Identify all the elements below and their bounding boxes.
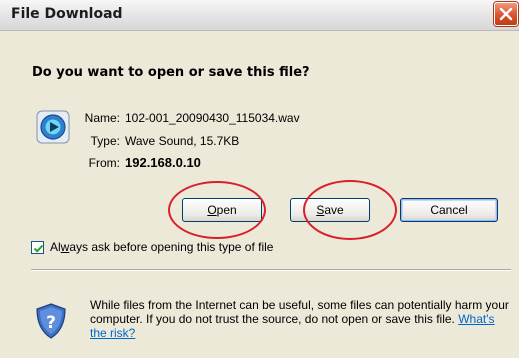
open-highlight-ellipse	[168, 181, 266, 239]
file-name-value: 102-001_20090430_115034.wav	[125, 111, 300, 125]
cancel-button[interactable]: Cancel	[400, 198, 498, 222]
always-ask-label-prefix: Al	[50, 240, 61, 254]
name-label: Name:	[84, 111, 120, 125]
type-label: Type:	[90, 134, 120, 148]
save-highlight-ellipse	[303, 180, 397, 240]
cancel-button-label: Cancel	[430, 203, 468, 217]
always-ask-label-rest: ays ask before opening this type of file	[69, 240, 274, 254]
file-download-dialog: File Download Do you want to open or sav…	[0, 0, 519, 358]
checkmark-icon	[33, 244, 44, 253]
question-heading: Do you want to open or save this file?	[32, 65, 310, 80]
svg-text:?: ?	[46, 313, 56, 333]
always-ask-label: Always ask before opening this type of f…	[50, 240, 273, 254]
file-source-value: 192.168.0.10	[125, 155, 201, 170]
close-button[interactable]	[494, 2, 518, 26]
dialog-title: File Download	[11, 6, 123, 22]
risk-warning-text: While files from the Internet can be use…	[90, 298, 510, 340]
always-ask-checkbox[interactable]	[31, 241, 44, 254]
section-divider	[31, 269, 511, 271]
close-icon	[499, 7, 513, 21]
file-type-value: Wave Sound, 15.7KB	[125, 134, 240, 148]
security-shield-icon: ?	[36, 303, 66, 339]
risk-warning-body: While files from the Internet can be use…	[90, 298, 509, 326]
title-bar[interactable]: File Download	[0, 0, 519, 31]
from-label: From:	[88, 156, 120, 170]
